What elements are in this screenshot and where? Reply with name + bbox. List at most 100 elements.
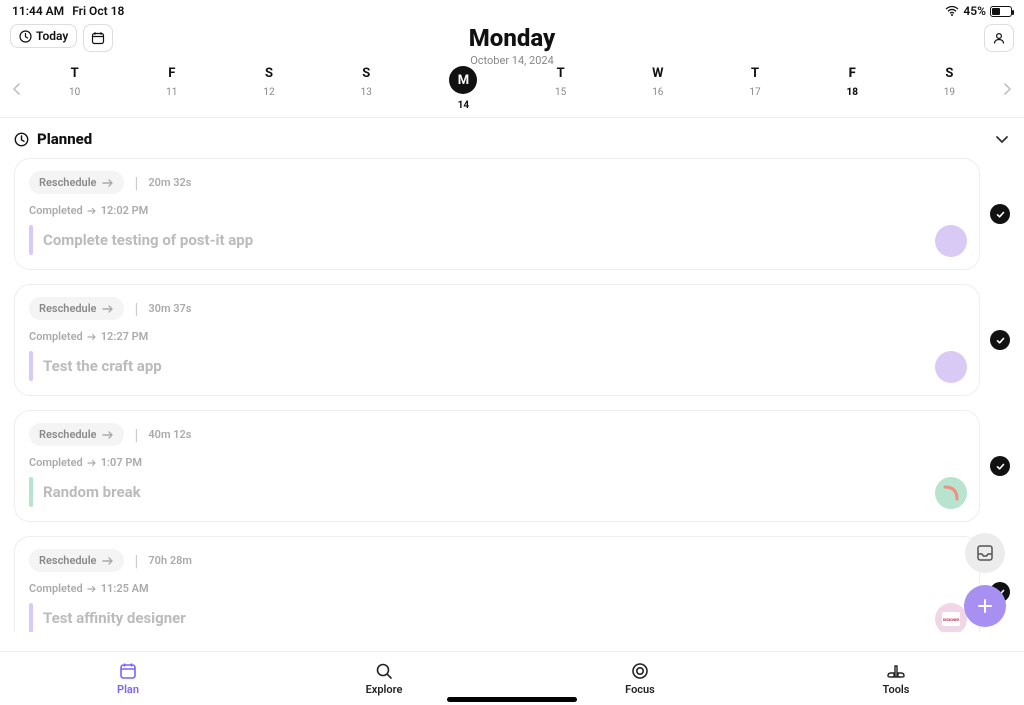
completed-line: Completed12:02 PM xyxy=(29,204,965,217)
reschedule-button[interactable]: Reschedule xyxy=(29,423,124,446)
completed-time: 12:27 PM xyxy=(101,330,149,343)
plus-icon xyxy=(976,597,994,615)
reschedule-button[interactable]: Reschedule xyxy=(29,171,124,194)
day-10[interactable]: T 10 xyxy=(26,66,123,111)
reschedule-button[interactable]: Reschedule xyxy=(29,297,124,320)
clock-icon xyxy=(14,132,29,147)
nav-label: Focus xyxy=(625,683,655,696)
task-row: Reschedule|20m 32sCompleted12:02 PMCompl… xyxy=(14,158,1010,270)
arrow-right-icon xyxy=(87,459,97,467)
task-title: Test affinity designer xyxy=(43,609,186,627)
profile-button[interactable] xyxy=(984,24,1014,52)
day-18[interactable]: F18 xyxy=(804,66,901,111)
day-letter: T xyxy=(71,66,79,81)
complete-check-button[interactable] xyxy=(990,330,1010,350)
day-19[interactable]: S19 xyxy=(901,66,998,111)
complete-check-button[interactable] xyxy=(990,204,1010,224)
calendar-icon xyxy=(118,661,138,681)
day-number: 11 xyxy=(166,87,177,98)
add-button[interactable] xyxy=(964,585,1006,627)
day-number: 17 xyxy=(749,87,760,98)
completed-line: Completed 1:07 PM xyxy=(29,456,965,469)
calendar-button[interactable] xyxy=(83,24,113,52)
arrow-right-icon xyxy=(102,556,114,566)
task-color-bar xyxy=(29,225,33,255)
task-card[interactable]: Reschedule|40m 12sCompleted1:07 PMRandom… xyxy=(14,410,980,522)
day-17[interactable]: T 17 xyxy=(706,66,803,111)
arrow-right-icon xyxy=(87,585,97,593)
status-date: Fri Oct 18 xyxy=(72,4,124,18)
task-avatar xyxy=(935,225,967,257)
card-header: Reschedule | 30m 37s xyxy=(29,297,965,320)
arrow-right-icon xyxy=(87,333,97,341)
reschedule-label: Reschedule xyxy=(39,302,96,315)
task-avatar xyxy=(935,477,967,509)
status-time: 11:44 AM xyxy=(12,4,64,18)
card-header: Reschedule | 70h 28m xyxy=(29,549,965,572)
separator: | xyxy=(134,299,138,318)
task-avatar: DESIGNER xyxy=(935,603,967,632)
task-row: Reschedule|40m 12sCompleted1:07 PMRandom… xyxy=(14,410,1010,522)
completed-prefix: Completed xyxy=(29,204,83,217)
reschedule-label: Reschedule xyxy=(39,176,96,189)
task-avatar xyxy=(935,351,967,383)
reschedule-label: Reschedule xyxy=(39,428,96,441)
day-letter: T xyxy=(751,66,759,81)
reschedule-label: Reschedule xyxy=(39,554,96,567)
task-color-bar xyxy=(29,603,33,632)
day-number: 10 xyxy=(69,87,80,98)
completed-line: Completed11:25 AM xyxy=(29,582,965,595)
arrow-right-icon xyxy=(102,304,114,314)
day-letter: S xyxy=(265,66,273,81)
completed-prefix: Completed xyxy=(29,456,83,469)
nav-label: Explore xyxy=(366,683,403,696)
day-letter: F xyxy=(849,66,856,81)
separator: | xyxy=(134,425,138,444)
day-13[interactable]: S13 xyxy=(318,66,415,111)
wifi-icon xyxy=(945,6,959,16)
day-number: 16 xyxy=(652,87,663,98)
prev-week-button[interactable] xyxy=(8,83,26,95)
day-letter: M xyxy=(449,66,477,94)
day-11[interactable]: F11 xyxy=(123,66,220,111)
home-indicator xyxy=(447,697,577,702)
completed-prefix: Completed xyxy=(29,330,83,343)
target-icon xyxy=(630,661,650,681)
clock-icon xyxy=(19,30,32,43)
reschedule-button[interactable]: Reschedule xyxy=(29,549,124,572)
separator: | xyxy=(134,551,138,570)
top-bar: Today Monday October 14, 2024 xyxy=(0,20,1024,60)
today-button[interactable]: Today xyxy=(10,24,77,48)
day-number: 13 xyxy=(361,87,372,98)
today-label: Today xyxy=(36,29,68,43)
completed-line: Completed 12:27 PM xyxy=(29,330,965,343)
battery-percent: 45% xyxy=(963,4,986,18)
completed-time: 1:07 PM xyxy=(101,456,142,469)
day-16[interactable]: W 16 xyxy=(609,66,706,111)
day-12[interactable]: S12 xyxy=(220,66,317,111)
duration-label: 70h 28m xyxy=(148,554,192,567)
day-14[interactable]: M14 xyxy=(415,66,512,111)
nav-label: Tools xyxy=(883,683,910,696)
nav-label: Plan xyxy=(117,683,139,696)
nav-plan[interactable]: Plan xyxy=(0,652,256,705)
task-card[interactable]: Reschedule | 70h 28m Completed11:25 AM Test … xyxy=(14,536,980,632)
arrow-right-icon xyxy=(87,207,97,215)
card-header: Reschedule|20m 32s xyxy=(29,171,965,194)
complete-check-button[interactable] xyxy=(990,456,1010,476)
collapse-button[interactable] xyxy=(994,131,1010,147)
duration-label: 30m 37s xyxy=(148,302,191,315)
nav-tools[interactable]: Tools xyxy=(768,652,1024,705)
task-list[interactable]: Reschedule|20m 32sCompleted12:02 PMCompl… xyxy=(0,158,1024,632)
inbox-button[interactable] xyxy=(965,533,1005,573)
day-letter: S xyxy=(945,66,953,81)
task-card[interactable]: Reschedule|30m 37sCompleted12:27 PMTest … xyxy=(14,284,980,396)
duration-label: 40m 12s xyxy=(148,428,191,441)
section-header: Planned xyxy=(0,118,1024,158)
inbox-icon xyxy=(975,543,995,563)
day-15[interactable]: T15 xyxy=(512,66,609,111)
task-title-row: Complete testing of post-it app xyxy=(29,225,965,255)
next-week-button[interactable] xyxy=(998,83,1016,95)
task-card[interactable]: Reschedule|20m 32sCompleted12:02 PMCompl… xyxy=(14,158,980,270)
day-letter: W xyxy=(652,66,663,81)
